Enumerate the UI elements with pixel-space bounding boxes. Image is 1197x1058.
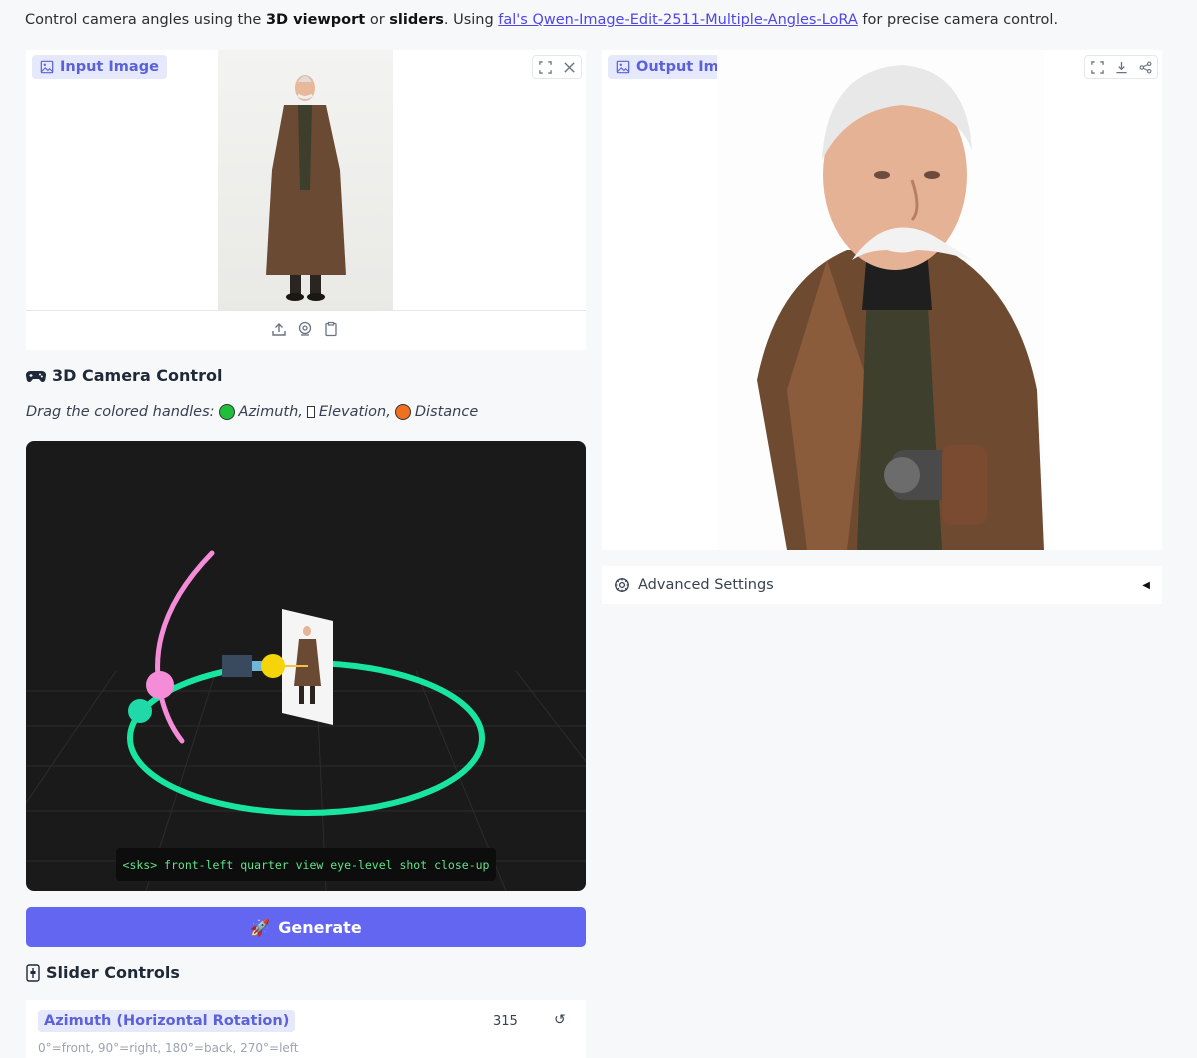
upload-icon[interactable] bbox=[271, 321, 287, 337]
azimuth-handle[interactable] bbox=[128, 699, 152, 723]
azimuth-slider-description: 0°=front, 90°=right, 180°=back, 270°=lef… bbox=[38, 1041, 299, 1055]
elevation-handle[interactable] bbox=[146, 671, 174, 699]
lora-link[interactable]: fal's Qwen-Image-Edit-2511-Multiple-Angl… bbox=[498, 12, 858, 28]
output-photo bbox=[717, 50, 1044, 550]
distance-handle[interactable] bbox=[261, 654, 285, 678]
input-image-panel[interactable]: Input Image bbox=[26, 50, 586, 350]
azimuth-value-input[interactable]: 315 bbox=[493, 1014, 518, 1029]
advanced-settings-accordion[interactable]: Advanced Settings ◀ bbox=[602, 566, 1162, 604]
viewport-scene bbox=[26, 550, 586, 891]
source-selector bbox=[271, 321, 339, 337]
rocket-icon: 🚀 bbox=[250, 917, 271, 937]
azimuth-slider-card: Azimuth (Horizontal Rotation) 315 ↺ 0°=f… bbox=[26, 1000, 586, 1058]
input-image-badge: Input Image bbox=[32, 55, 167, 79]
intro-bold-sliders: sliders bbox=[389, 12, 444, 28]
azimuth-slider-label: Azimuth (Horizontal Rotation) bbox=[38, 1010, 296, 1032]
output-toolbar bbox=[1084, 55, 1158, 79]
image-icon bbox=[40, 60, 54, 74]
output-image-panel[interactable]: Output Image bbox=[602, 50, 1162, 550]
handle-hint: Drag the colored handles: Azimuth, Eleva… bbox=[26, 404, 479, 420]
advanced-settings-label: Advanced Settings bbox=[638, 577, 774, 593]
webcam-icon[interactable] bbox=[297, 321, 313, 337]
azimuth-color-dot bbox=[218, 404, 235, 420]
camera-control-title: 3D Camera Control bbox=[26, 366, 222, 385]
elevation-color-box bbox=[306, 406, 315, 418]
gear-icon bbox=[615, 578, 629, 592]
share-icon[interactable] bbox=[1133, 56, 1157, 78]
download-icon[interactable] bbox=[1109, 56, 1133, 78]
reset-icon[interactable]: ↺ bbox=[554, 1012, 566, 1028]
generate-button[interactable]: 🚀 Generate bbox=[26, 907, 586, 947]
input-toolbar bbox=[532, 55, 582, 79]
camera-3d-viewport[interactable]: <sks> front-left quarter view eye-level … bbox=[26, 441, 586, 891]
close-icon[interactable] bbox=[557, 56, 581, 78]
slider-icon bbox=[26, 963, 40, 982]
fullscreen-icon[interactable] bbox=[1085, 56, 1109, 78]
clipboard-icon[interactable] bbox=[323, 321, 339, 337]
input-photo bbox=[218, 50, 393, 310]
distance-color-dot bbox=[394, 404, 411, 420]
fullscreen-icon[interactable] bbox=[533, 56, 557, 78]
image-icon bbox=[616, 60, 630, 74]
intro-bold-viewport: 3D viewport bbox=[265, 12, 366, 28]
camera-prompt-readout: <sks> front-left quarter view eye-level … bbox=[116, 848, 496, 881]
elevation-arc[interactable] bbox=[155, 550, 215, 744]
intro-text: Control camera angles using the 3D viewp… bbox=[25, 12, 1059, 28]
gamepad-icon bbox=[26, 370, 46, 382]
caret-left-icon: ◀ bbox=[1142, 579, 1150, 591]
slider-controls-title: Slider Controls bbox=[26, 963, 180, 982]
